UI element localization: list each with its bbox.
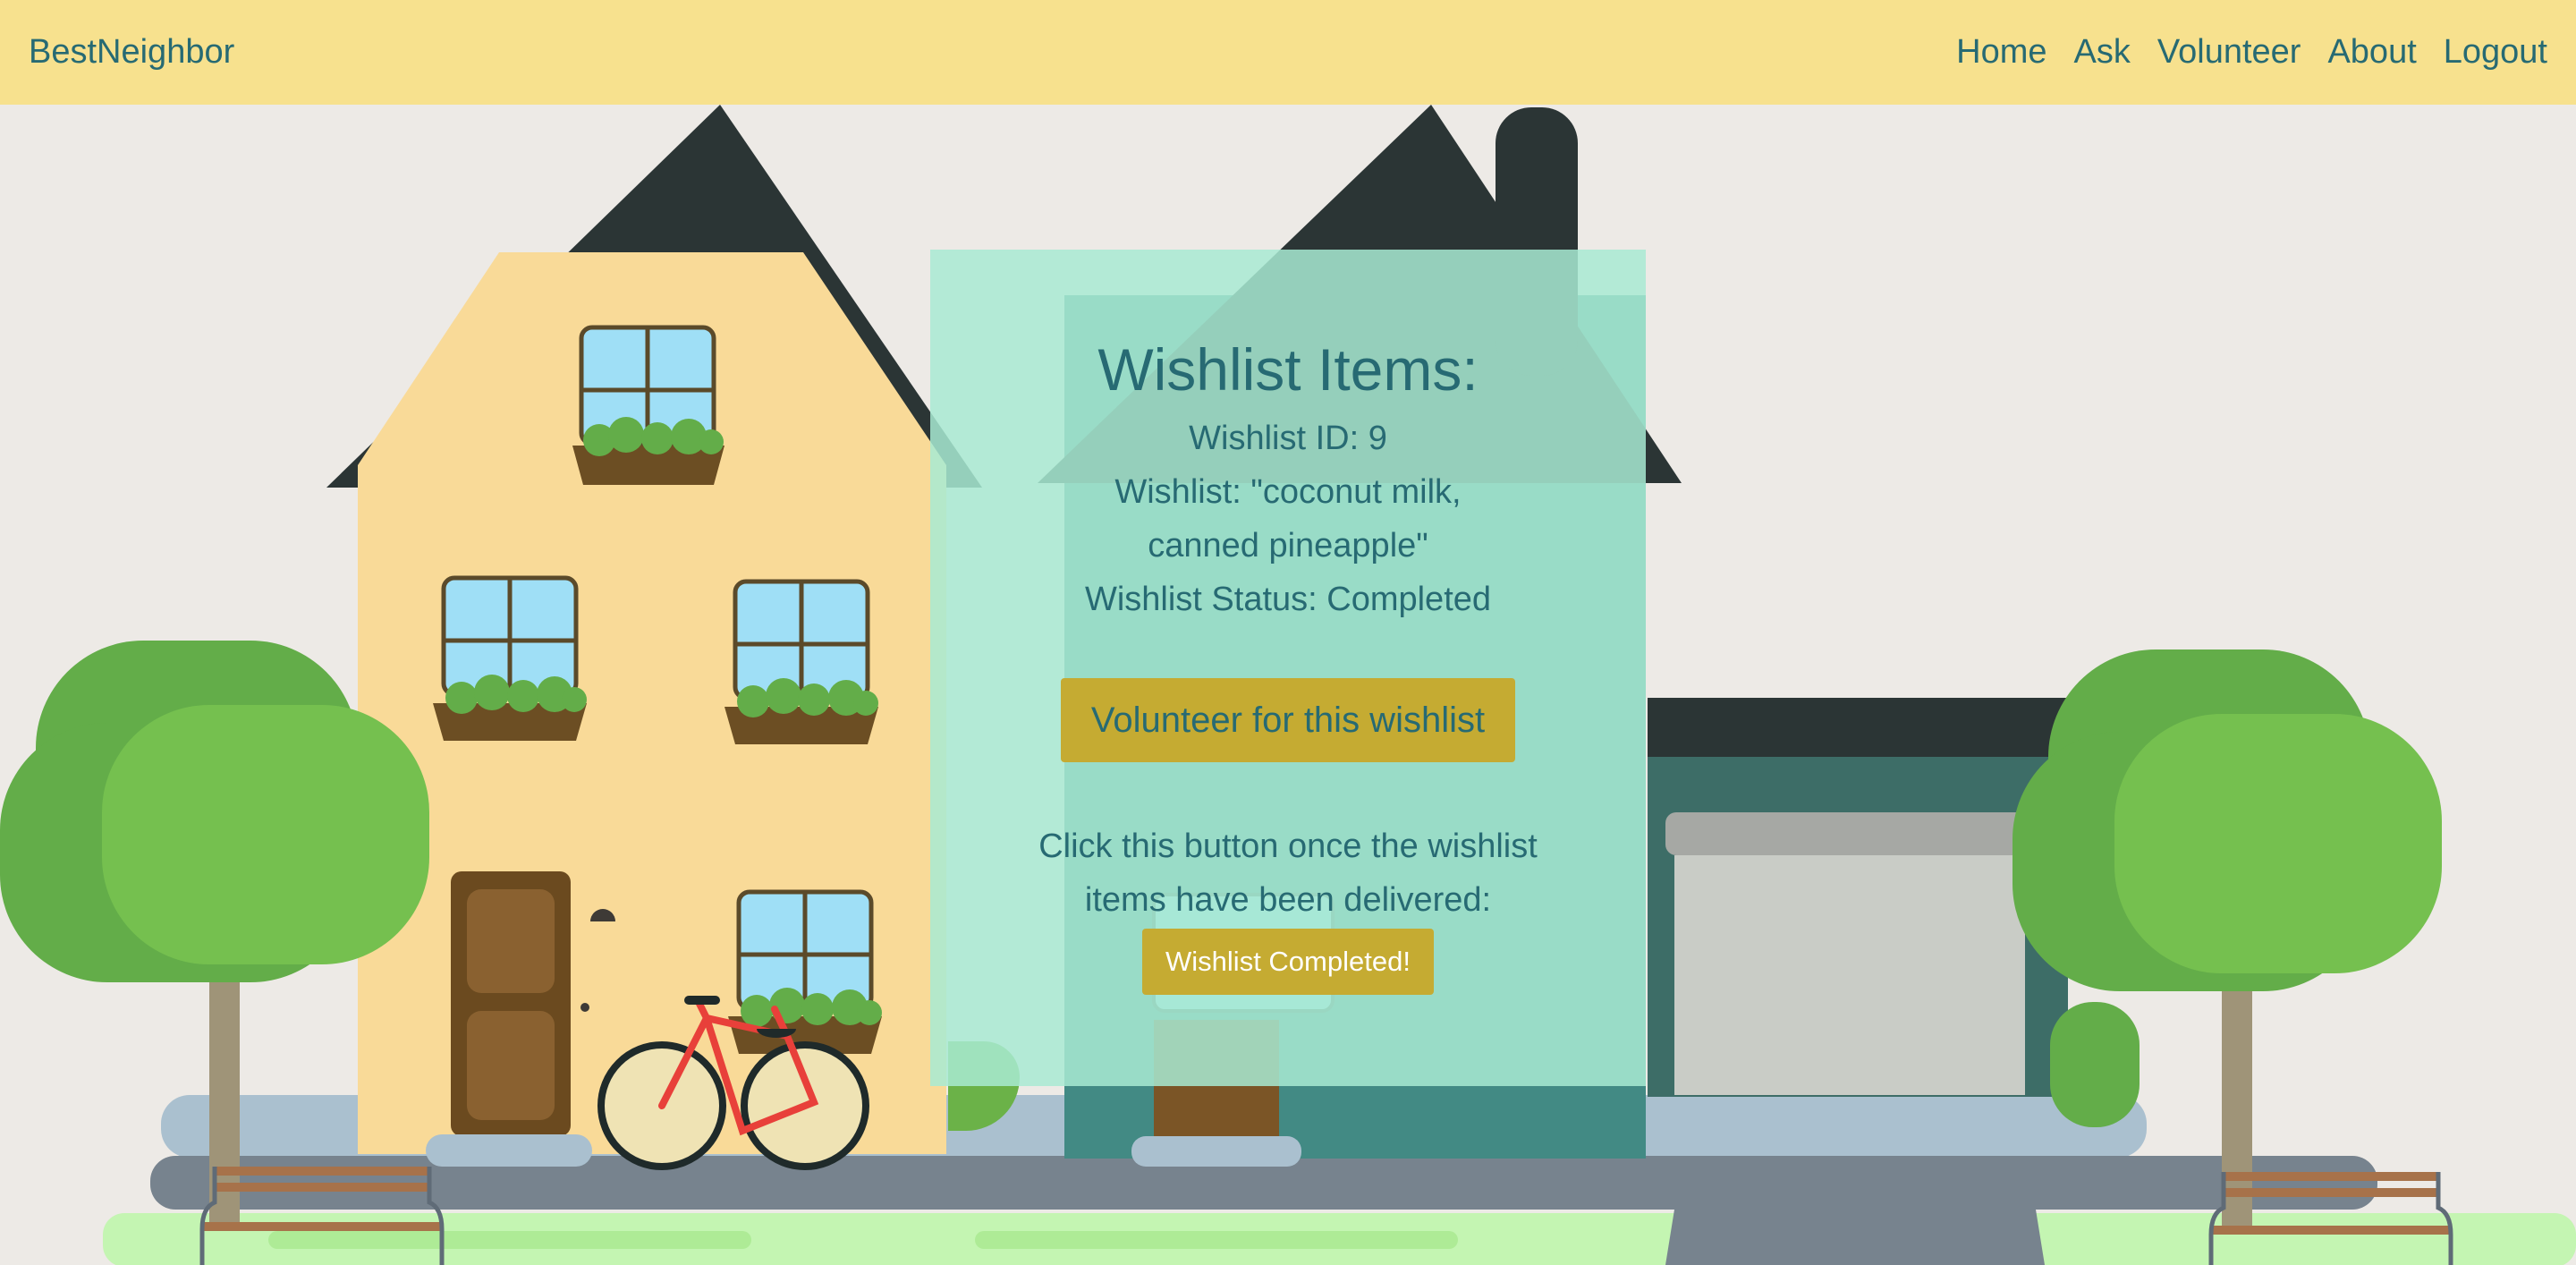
wishlist-completed-button[interactable]: Wishlist Completed! [1142, 928, 1434, 995]
wishlist-id: Wishlist ID: 9 [1189, 419, 1387, 457]
nav-link-volunteer[interactable]: Volunteer [2157, 33, 2301, 72]
top-navbar: BestNeighbor Home Ask Volunteer About Lo… [0, 0, 2576, 105]
wishlist-heading: Wishlist Items: [1097, 336, 1479, 403]
nav-link-ask[interactable]: Ask [2074, 33, 2131, 72]
volunteer-for-wishlist-button[interactable]: Volunteer for this wishlist [1060, 677, 1516, 762]
nav-links: Home Ask Volunteer About Logout [1956, 33, 2547, 72]
nav-link-about[interactable]: About [2327, 33, 2416, 72]
wishlist-items-text: Wishlist: "coconut milk, canned pineappl… [1114, 472, 1462, 565]
nav-link-home[interactable]: Home [1956, 33, 2046, 72]
wishlist-card: Wishlist Items: Wishlist ID: 9 Wishlist:… [930, 250, 1646, 1086]
wishlist-status: Wishlist Status: Completed [1084, 580, 1492, 618]
brand-logo[interactable]: BestNeighbor [29, 33, 234, 72]
completion-instruction: Click this button once the wishlist item… [1038, 827, 1538, 919]
nav-link-logout[interactable]: Logout [2444, 33, 2547, 72]
